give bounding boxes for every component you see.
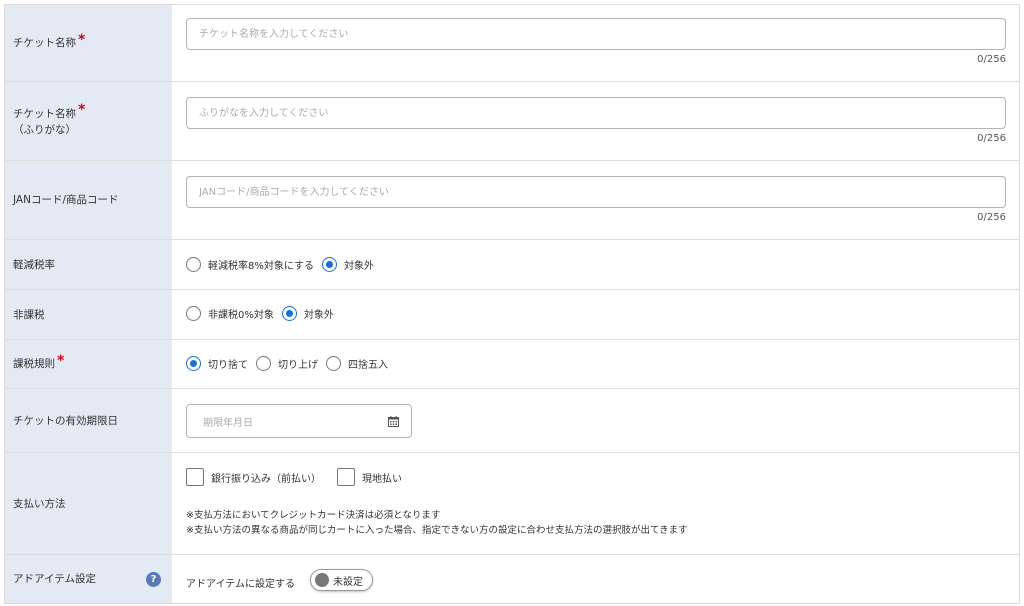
payment-note: ※支払い方法の異なる商品が同じカートに入った場合、指定できない方の設定に合わせ支… (186, 525, 688, 536)
char-counter: 0/256 (977, 212, 1006, 223)
expiry-label: チケットの有効期限日 (5, 389, 172, 452)
required-mark: * (78, 32, 86, 48)
required-mark: * (57, 353, 65, 369)
row-expiry: チケットの有効期限日 期限年月日 (5, 389, 1019, 453)
checkbox-pay-on-site[interactable] (337, 468, 355, 486)
row-reduced-tax: 軽減税率 軽減税率8%対象にする 対象外 (5, 240, 1019, 290)
row-jan-code: JANコード/商品コード 0/256 (5, 161, 1019, 240)
toggle-state: 未設定 (333, 576, 363, 588)
row-add-item: アドアイテム設定 ? アドアイテムに設定する 未設定 (5, 555, 1019, 603)
reduced-tax-radio-group: 軽減税率8%対象にする 対象外 (186, 257, 382, 272)
tax-rounding-radio-group: 切り捨て 切り上げ 四捨五入 (186, 356, 396, 371)
row-ticket-name: チケット名称* 0/256 (5, 5, 1019, 82)
radio-label: 四捨五入 (348, 360, 388, 371)
radio-label: 非課税0%対象 (208, 310, 274, 321)
char-counter: 0/256 (977, 54, 1006, 65)
label-text: アドアイテム設定 (13, 573, 96, 585)
payment-note: ※支払方法においてクレジットカード決済は必須となります (186, 510, 441, 521)
jan-code-input[interactable] (186, 176, 1006, 208)
radio-round-up[interactable] (256, 356, 271, 371)
radio-round-half[interactable] (326, 356, 341, 371)
add-item-toggle-label: アドアイテムに設定する (186, 579, 295, 590)
radio-tax-exempt-0[interactable] (186, 306, 201, 321)
ticket-kana-label: チケット名称 * （ふりがな） (5, 82, 172, 160)
radio-label: 軽減税率8%対象にする (208, 261, 314, 272)
radio-label: 切り上げ (278, 360, 318, 371)
radio-label: 対象外 (303, 310, 334, 321)
add-item-label: アドアイテム設定 ? (5, 555, 172, 603)
checkbox-label: 銀行振り込み（前払い） (211, 473, 321, 485)
label-text: チケット名称 (13, 107, 76, 120)
checkbox-label: 現地払い (362, 473, 402, 485)
tax-rounding-label: 課税規則 * (5, 340, 172, 388)
tax-exempt-label: 非課税 (5, 290, 172, 339)
toggle-knob (315, 573, 329, 587)
jan-code-label: JANコード/商品コード (5, 161, 172, 239)
row-payment: 支払い方法 銀行振り込み（前払い） 現地払い ※支払方法においてクレジットカード… (5, 453, 1019, 555)
ticket-name-input[interactable] (186, 18, 1006, 50)
payment-label: 支払い方法 (5, 453, 172, 554)
payment-notes: ※支払方法においてクレジットカード決済は必須となります ※支払い方法の異なる商品… (186, 508, 688, 538)
calendar-icon[interactable] (388, 416, 399, 427)
tax-exempt-radio-group: 非課税0%対象 対象外 (186, 306, 342, 321)
row-tax-exempt: 非課税 非課税0%対象 対象外 (5, 290, 1019, 340)
payment-checkbox-group: 銀行振り込み（前払い） 現地払い (186, 468, 418, 486)
radio-label: 切り捨て (208, 360, 248, 371)
expiry-date-input[interactable]: 期限年月日 (186, 404, 412, 438)
label-subtext: （ふりがな） (13, 123, 76, 136)
radio-tax-exempt-none[interactable] (281, 306, 297, 321)
reduced-tax-label: 軽減税率 (5, 240, 172, 289)
ticket-form: チケット名称* 0/256 チケット名称* （ふりがな） 0/256 JANコー… (4, 4, 1020, 604)
required-mark: * (78, 101, 86, 118)
checkbox-bank-transfer[interactable] (186, 468, 204, 486)
radio-round-down[interactable] (186, 356, 201, 371)
label-text: 課税規則 (13, 358, 55, 370)
help-icon[interactable]: ? (146, 572, 161, 587)
row-tax-rounding: 課税規則 * 切り捨て 切り上げ 四捨五入 (5, 340, 1019, 389)
radio-reduced-tax-8[interactable] (186, 257, 201, 272)
radio-label: 対象外 (343, 261, 374, 272)
row-ticket-kana: チケット名称* （ふりがな） 0/256 (5, 82, 1019, 161)
add-item-toggle[interactable]: 未設定 (310, 569, 373, 591)
label-text: チケット名称 (13, 37, 76, 49)
date-placeholder: 期限年月日 (203, 417, 253, 429)
ticket-name-label: チケット名称 * (5, 5, 172, 81)
char-counter: 0/256 (977, 133, 1006, 144)
ticket-kana-input[interactable] (186, 97, 1006, 129)
radio-reduced-tax-none[interactable] (321, 257, 337, 272)
